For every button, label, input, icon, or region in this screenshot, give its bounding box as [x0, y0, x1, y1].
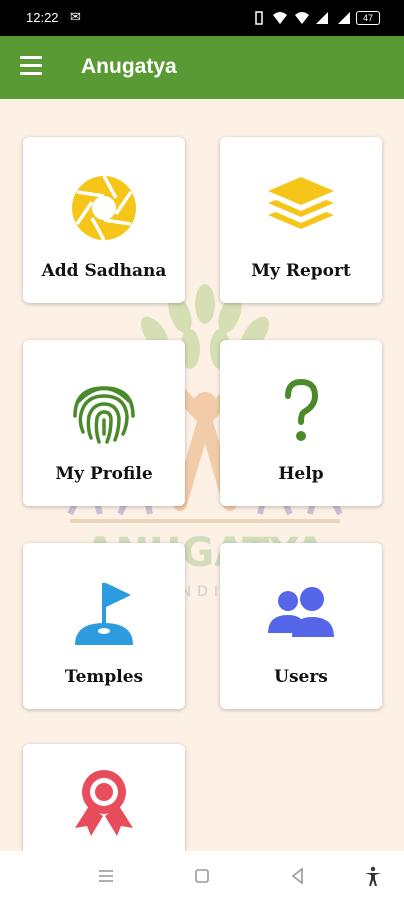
hamburger-menu-icon[interactable]	[20, 56, 42, 78]
battery-icon: 47	[356, 11, 380, 25]
dashboard-grid: ANUGATYA INDIA Add Sadhana My Report My …	[0, 99, 404, 851]
wifi-icon	[273, 12, 287, 24]
signal-icon	[338, 12, 350, 24]
temples-card[interactable]: Temples	[23, 543, 185, 709]
app-title: Anugatya	[81, 55, 177, 78]
home-icon[interactable]	[191, 865, 213, 887]
layers-stack-icon	[268, 177, 334, 229]
users-group-icon	[268, 587, 334, 637]
users-card[interactable]: Users	[220, 543, 382, 709]
wifi-icon	[295, 12, 309, 24]
back-icon[interactable]	[287, 865, 309, 887]
system-nav-bar	[0, 851, 404, 900]
card-label: Help	[278, 464, 324, 484]
status-time: 12:22	[26, 10, 59, 25]
recents-icon[interactable]	[95, 865, 117, 887]
accessibility-icon[interactable]	[362, 865, 384, 887]
card-label: My Profile	[55, 464, 153, 484]
gmail-icon: ✉	[70, 9, 81, 24]
app-bar: Anugatya	[0, 36, 404, 99]
fingerprint-icon	[73, 386, 135, 444]
my-profile-card[interactable]: My Profile	[23, 340, 185, 506]
status-bar: 12:22 ✉ 47	[0, 0, 404, 36]
flag-pin-icon	[75, 583, 133, 645]
card-label: Temples	[64, 667, 144, 687]
add-sadhana-card[interactable]: Add Sadhana	[23, 137, 185, 303]
my-report-card[interactable]: My Report	[220, 137, 382, 303]
question-mark-icon	[285, 378, 319, 441]
award-ribbon-icon	[75, 770, 133, 836]
card-label: Add Sadhana	[41, 261, 167, 281]
award-card[interactable]	[23, 744, 185, 851]
vibrate-icon	[255, 11, 263, 25]
battery-level: 47	[362, 13, 373, 23]
card-label: My Report	[251, 261, 351, 281]
camera-shutter-icon	[72, 175, 136, 241]
help-card[interactable]: Help	[220, 340, 382, 506]
card-label: Users	[274, 667, 328, 687]
signal-icon	[316, 12, 328, 24]
